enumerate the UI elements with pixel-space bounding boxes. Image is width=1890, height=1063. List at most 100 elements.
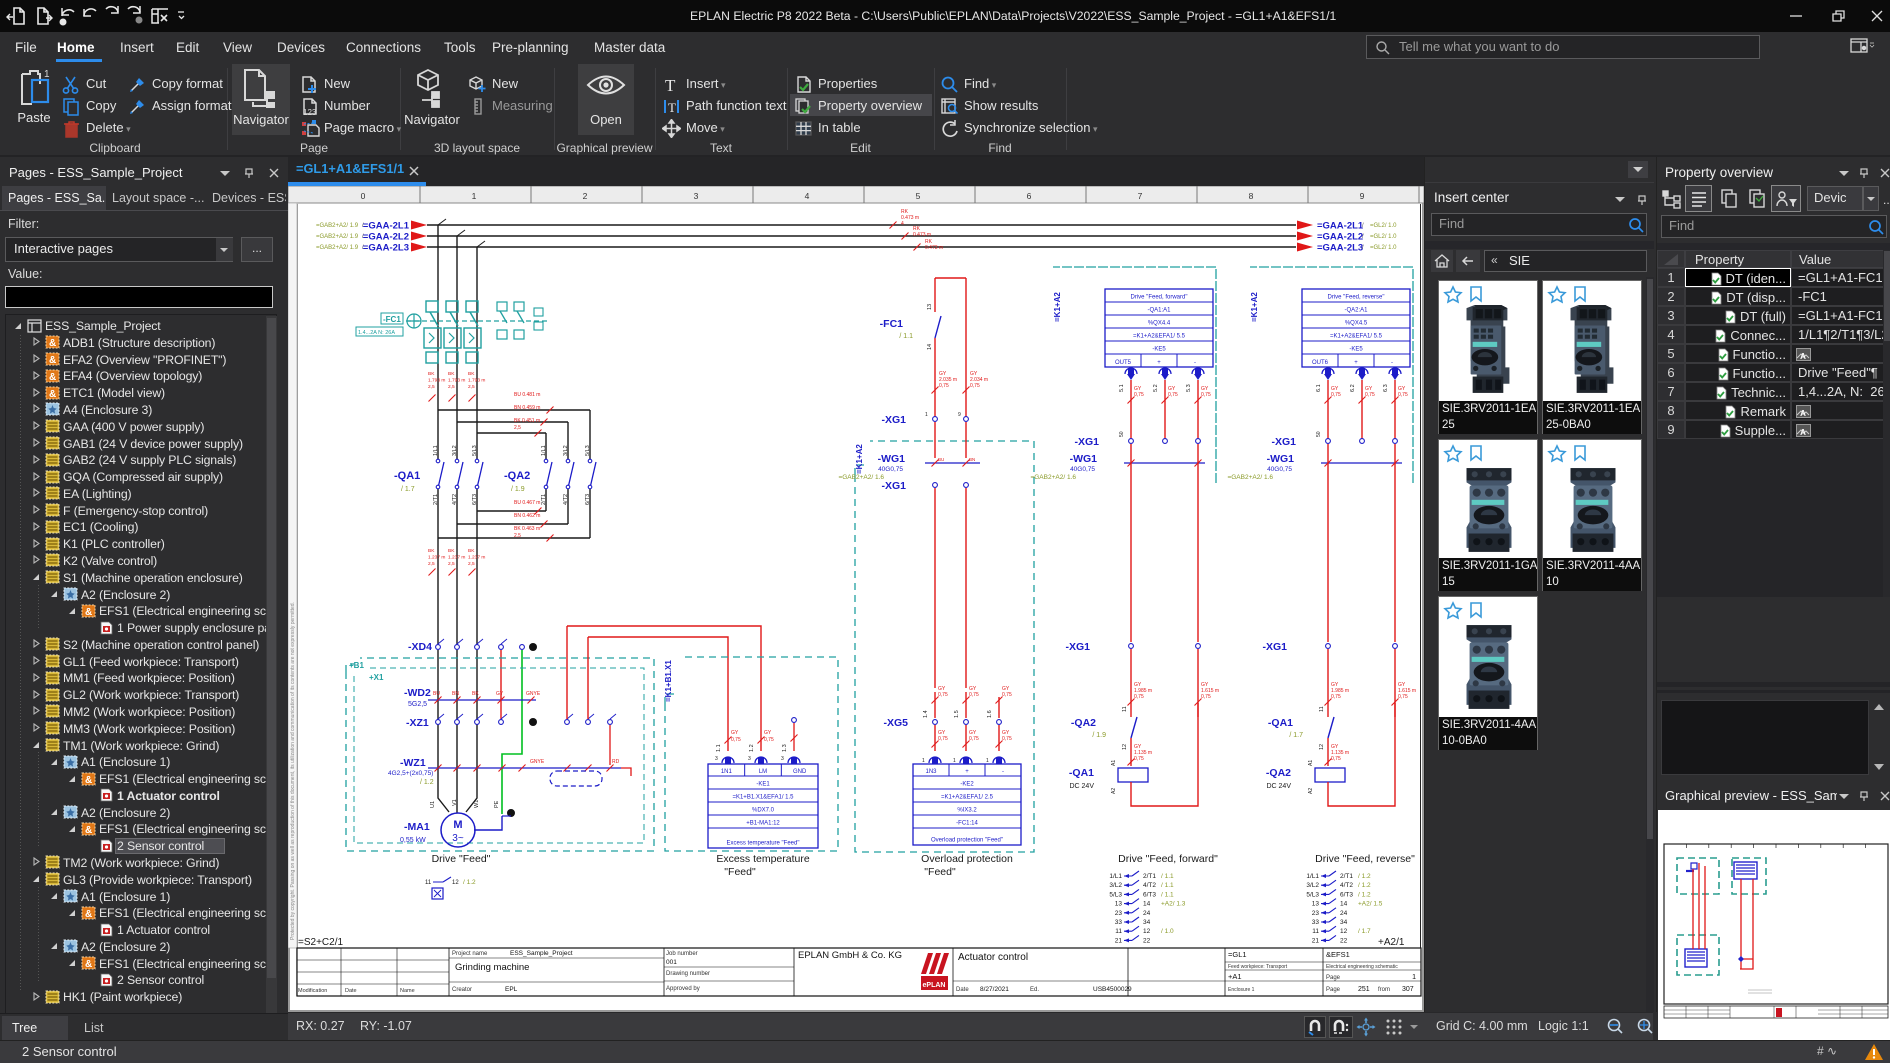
svg-text:0,75: 0,75 <box>1201 694 1211 700</box>
svg-text:13: 13 <box>927 304 933 310</box>
svg-text:/ 1.7: / 1.7 <box>401 486 415 493</box>
svg-text:PE: PE <box>494 800 500 808</box>
svg-text:Excess temperature "Feed": Excess temperature "Feed" <box>727 841 800 847</box>
svg-text:12: 12 <box>1340 928 1348 935</box>
svg-text:-QA1: -QA1 <box>394 470 420 482</box>
svg-text:/ 1.9: / 1.9 <box>1092 732 1106 739</box>
svg-text:DC 24V: DC 24V <box>1266 783 1291 790</box>
svg-text:+: + <box>1157 360 1161 366</box>
svg-text:BK: BK <box>448 371 455 377</box>
svg-text:Modification: Modification <box>298 988 327 994</box>
svg-text:0,75: 0,75 <box>1134 694 1144 700</box>
svg-text:&: & <box>85 775 92 786</box>
svg-text:6.2: 6.2 <box>1350 384 1356 392</box>
svg-text:1: 1 <box>922 758 925 764</box>
svg-text:3/L2: 3/L2 <box>452 445 458 456</box>
svg-text:+A2/ 1.5: +A2/ 1.5 <box>1358 901 1383 908</box>
svg-text:/ 1.1: / 1.1 <box>1161 891 1174 898</box>
svg-text:3: 3 <box>694 191 699 201</box>
svg-text:-: - <box>1391 360 1393 366</box>
svg-text:DC 24V: DC 24V <box>1069 783 1094 790</box>
svg-text:BK 0.451 m: BK 0.451 m <box>514 418 540 424</box>
svg-text:=GL2/ 1.0: =GL2/ 1.0 <box>1370 223 1397 229</box>
svg-text:14: 14 <box>1143 901 1151 908</box>
svg-text:21: 21 <box>1115 937 1123 944</box>
svg-text:0,75: 0,75 <box>1134 756 1144 762</box>
svg-text:BN 0.459 m: BN 0.459 m <box>514 405 540 411</box>
svg-text:+X1: +X1 <box>369 673 384 682</box>
svg-text:=K1+B1.X1: =K1+B1.X1 <box>664 660 673 702</box>
svg-text:Electrical engineering schemat: Electrical engineering schematic <box>1326 964 1398 970</box>
svg-text:5.3: 5.3 <box>1186 384 1192 392</box>
svg-text:=GAB2+A2/ 1.9: =GAB2+A2/ 1.9 <box>316 245 359 251</box>
svg-text:33: 33 <box>1312 919 1320 926</box>
svg-text:-WG1: -WG1 <box>1267 453 1295 465</box>
svg-text:&: & <box>85 909 92 920</box>
svg-text:-KE2: -KE2 <box>960 782 974 788</box>
svg-text:GNYE: GNYE <box>530 759 545 765</box>
svg-text:0,75: 0,75 <box>939 383 949 389</box>
svg-text:6/T3: 6/T3 <box>1340 891 1353 898</box>
svg-text:=GAB2+A2/ 1.9: =GAB2+A2/ 1.9 <box>316 234 359 240</box>
svg-text:0,75: 0,75 <box>970 383 980 389</box>
svg-text:-MA1: -MA1 <box>404 821 430 833</box>
svg-text:2/T1: 2/T1 <box>433 494 439 505</box>
svg-text:5: 5 <box>916 191 921 201</box>
svg-text:6.3: 6.3 <box>1383 384 1389 392</box>
svg-text:40G0,75: 40G0,75 <box>878 466 903 473</box>
svg-text:1.237 m: 1.237 m <box>448 555 465 561</box>
svg-text:1.2: 1.2 <box>749 744 755 752</box>
svg-text:BU: BU <box>433 691 440 697</box>
svg-text:BK: BK <box>448 548 455 554</box>
svg-text:12: 12 <box>1122 744 1128 750</box>
svg-text:&: & <box>49 389 56 400</box>
svg-text:A: A <box>1800 409 1806 418</box>
svg-text:from: from <box>1378 987 1390 993</box>
svg-text:14: 14 <box>1340 901 1348 908</box>
svg-text:34: 34 <box>1143 919 1151 926</box>
svg-text:0,75: 0,75 <box>1331 392 1341 398</box>
svg-text:-FC1:14: -FC1:14 <box>956 821 978 827</box>
svg-text:&: & <box>85 959 92 970</box>
svg-text:-: - <box>1194 360 1196 366</box>
svg-text:-WD2: -WD2 <box>404 687 431 699</box>
svg-text:11: 11 <box>1115 928 1122 935</box>
svg-text:Date: Date <box>345 988 357 994</box>
svg-text:12: 12 <box>1319 744 1325 750</box>
svg-text:4: 4 <box>901 221 904 227</box>
svg-text:001: 001 <box>666 959 677 966</box>
svg-text:+: + <box>1354 360 1358 366</box>
svg-text:A: A <box>1800 352 1806 361</box>
svg-text:1.793 m: 1.793 m <box>428 378 445 384</box>
svg-text:Overload protection: Overload protection <box>921 853 1013 865</box>
svg-text:&: & <box>85 607 92 618</box>
svg-text:5/L3: 5/L3 <box>472 445 478 456</box>
svg-text:Approved by: Approved by <box>666 986 700 992</box>
svg-text:GND: GND <box>793 769 807 775</box>
svg-text:-FC1: -FC1 <box>383 315 401 324</box>
svg-text:Excess temperature: Excess temperature <box>716 853 810 865</box>
svg-text:0,75: 0,75 <box>1331 694 1341 700</box>
svg-text:=S2+C2/1: =S2+C2/1 <box>298 937 343 948</box>
svg-text:=K1+A2: =K1+A2 <box>855 444 864 474</box>
svg-text:2,5: 2,5 <box>514 425 521 431</box>
svg-text:-FC1: -FC1 <box>880 318 903 330</box>
svg-text:1.237 m: 1.237 m <box>468 555 485 561</box>
svg-text:251: 251 <box>1358 986 1370 993</box>
svg-text:=K1+A2&EFA1/ 5.5: =K1+A2&EFA1/ 5.5 <box>1330 334 1383 340</box>
svg-text:GY: GY <box>764 730 772 736</box>
svg-text:/ 1.2: / 1.2 <box>420 779 434 786</box>
svg-text:ePLAN: ePLAN <box>923 982 946 989</box>
svg-text:%IX3.2: %IX3.2 <box>957 808 977 814</box>
svg-text:0.473 m: 0.473 m <box>913 232 931 238</box>
svg-text:6/T3: 6/T3 <box>585 494 591 505</box>
svg-text:22: 22 <box>1340 937 1348 944</box>
svg-text:&: & <box>49 355 56 366</box>
svg-text:4/T2: 4/T2 <box>1143 882 1156 889</box>
svg-text:%QX4.5: %QX4.5 <box>1345 321 1368 327</box>
svg-text:LM: LM <box>759 769 767 775</box>
svg-text:&EFS1: &EFS1 <box>1326 950 1350 959</box>
svg-text:%QX4.4: %QX4.4 <box>1148 321 1171 327</box>
svg-text:12: 12 <box>1143 928 1151 935</box>
svg-text:2,5: 2,5 <box>448 561 455 567</box>
